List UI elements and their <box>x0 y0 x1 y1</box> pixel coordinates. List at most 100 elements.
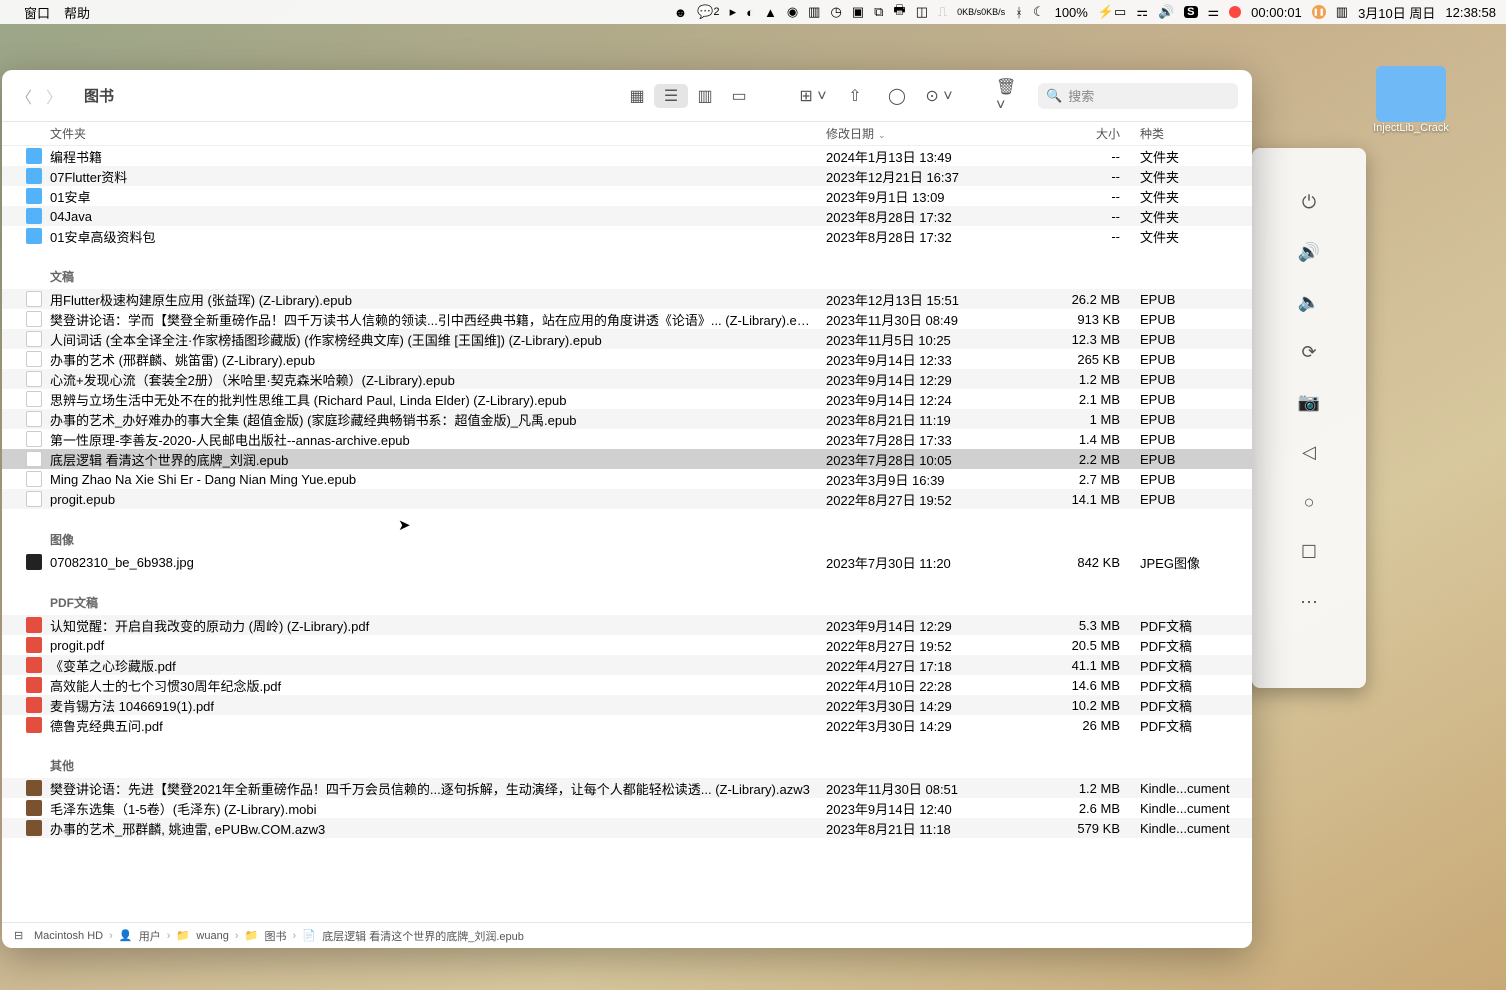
menuicon-2[interactable]: ◐ <box>746 5 754 20</box>
menuicon-11[interactable]: ▥ <box>1336 4 1348 20</box>
view-list-button[interactable]: ☰ <box>654 84 688 108</box>
file-row[interactable]: 樊登讲论语：先进【樊登2021年全新重磅作品！四千万会员信赖的...逐句拆解，生… <box>2 778 1252 798</box>
file-row[interactable]: 樊登讲论语：学而【樊登全新重磅作品！四千万读书人信赖的领读...引中西经典书籍，… <box>2 309 1252 329</box>
more-icon[interactable]: ⋯ <box>1295 588 1323 616</box>
file-row[interactable]: 德鲁克经典五问.pdf2022年3月30日 14:2926 MBPDF文稿 <box>2 715 1252 735</box>
menuicon-8[interactable]: 🖶 <box>893 1 905 23</box>
moon-icon[interactable]: ☾ <box>1033 4 1045 20</box>
path-segment[interactable]: wuang <box>196 930 228 942</box>
menuicon-5[interactable]: ◷ <box>830 4 841 20</box>
battery-icon[interactable]: ⚡▭ <box>1098 4 1126 20</box>
actions-button[interactable]: ⊙ ˅ <box>922 84 956 108</box>
wechat-icon[interactable]: 💬2 <box>697 4 719 20</box>
menuicon-10[interactable]: ⎍ <box>938 4 947 20</box>
file-name: 人间词话 (全本全译全注·作家榜插图珍藏版) (作家榜经典文库) (王国维 [王… <box>50 330 826 349</box>
back-icon[interactable]: ◁ <box>1295 438 1323 466</box>
path-segment[interactable]: 图书 <box>265 928 287 944</box>
view-gallery-button[interactable]: ▭ <box>722 84 756 108</box>
file-row[interactable]: 办事的艺术_办好难办的事大全集 (超值金版) (家庭珍藏经典畅销书系：超值金版)… <box>2 409 1252 429</box>
record-pause-icon[interactable] <box>1312 5 1326 19</box>
view-icons-button[interactable]: ▦ <box>620 84 654 108</box>
record-dot-icon[interactable] <box>1229 6 1241 18</box>
screenshot-icon[interactable]: 📷 <box>1295 388 1323 416</box>
file-row[interactable]: 第一性原理-李善友-2020-人民邮电出版社--annas-archive.ep… <box>2 429 1252 449</box>
trash-button[interactable]: 🗑 ˅ <box>996 84 1030 108</box>
menuicon-1[interactable]: ▸ <box>730 4 737 20</box>
file-row[interactable]: 01安卓2023年9月1日 13:09--文件夹 <box>2 186 1252 206</box>
file-row[interactable]: 人间词话 (全本全译全注·作家榜插图珍藏版) (作家榜经典文库) (王国维 [王… <box>2 329 1252 349</box>
file-date: 2023年7月30日 11:20 <box>826 553 1036 572</box>
network-stats: 0KB/s0KB/s <box>957 7 1005 17</box>
file-size: 14.6 MB <box>1036 678 1132 693</box>
file-row[interactable]: 高效能人士的七个习惯30周年纪念版.pdf2022年4月10日 22:2814.… <box>2 675 1252 695</box>
file-icon <box>26 780 42 796</box>
rotate-icon[interactable]: ⟳ <box>1295 338 1323 366</box>
file-icon <box>26 291 42 307</box>
menuicon-6[interactable]: ▣ <box>852 4 864 20</box>
file-name: 麦肯锡方法 10466919(1).pdf <box>50 696 826 715</box>
view-columns-button[interactable]: ▥ <box>688 84 722 108</box>
file-name: 毛泽东选集（1-5卷）(毛泽东) (Z-Library).mobi <box>50 799 826 818</box>
battery-percent[interactable]: 100% <box>1055 5 1088 20</box>
input-method-icon[interactable]: S <box>1184 6 1197 18</box>
bluetooth-icon[interactable]: ᚼ <box>1015 5 1023 20</box>
file-row[interactable]: 07082310_be_6b938.jpg2023年7月30日 11:20842… <box>2 552 1252 572</box>
file-size: 2.1 MB <box>1036 392 1132 407</box>
path-segment[interactable]: 用户 <box>139 928 161 944</box>
file-row[interactable]: 办事的艺术_邢群麟, 姚迪雷, ePUBw.COM.azw32023年8月21日… <box>2 818 1252 838</box>
file-size: 12.3 MB <box>1036 332 1132 347</box>
desktop-folder-injectlib[interactable]: InjectLib_Crack <box>1366 66 1456 134</box>
col-size[interactable]: 大小 <box>1036 125 1132 142</box>
volume-up-icon[interactable]: 🔊 <box>1295 238 1323 266</box>
file-kind: EPUB <box>1132 492 1252 507</box>
battery-bar-icon[interactable]: ▥ <box>808 4 820 20</box>
nav-forward-button[interactable]: 〉 <box>46 84 62 108</box>
file-row[interactable]: 底层逻辑 看清这个世界的底牌_刘润.epub2023年7月28日 10:052.… <box>2 449 1252 469</box>
wifi-icon[interactable]: ⚎ <box>1136 4 1148 20</box>
clock-time[interactable]: 12:38:58 <box>1445 5 1496 20</box>
nav-back-button[interactable]: 〈 <box>16 84 32 108</box>
volume-down-icon[interactable]: 🔈 <box>1295 288 1323 316</box>
file-date: 2023年9月14日 12:29 <box>826 370 1036 389</box>
file-row[interactable]: 心流+发现心流（套装全2册）（米哈里·契克森米哈赖）(Z-Library).ep… <box>2 369 1252 389</box>
menuicon-7[interactable]: ⧉ <box>874 4 883 20</box>
file-row[interactable]: 07Flutter资料2023年12月21日 16:37--文件夹 <box>2 166 1252 186</box>
home-icon[interactable]: ○ <box>1295 488 1323 516</box>
col-name[interactable]: 文件夹 <box>2 125 826 142</box>
file-size: 1.4 MB <box>1036 432 1132 447</box>
file-row[interactable]: 04Java2023年8月28日 17:32--文件夹 <box>2 206 1252 226</box>
file-row[interactable]: 办事的艺术 (邢群麟、姚笛雷) (Z-Library).epub2023年9月1… <box>2 349 1252 369</box>
power-icon[interactable]: ⏻ <box>1295 188 1323 216</box>
controlcenter-icon[interactable]: ⚌ <box>1208 4 1220 20</box>
group-by-button[interactable]: ⊞ ˅ <box>796 84 830 108</box>
file-row[interactable]: 思辨与立场生活中无处不在的批判性思维工具 (Richard Paul, Lind… <box>2 389 1252 409</box>
file-kind: EPUB <box>1132 372 1252 387</box>
menuicon-9[interactable]: ◫ <box>916 4 928 20</box>
path-segment[interactable]: Macintosh HD <box>34 930 103 942</box>
menuicon-3[interactable]: ▲ <box>764 5 777 20</box>
recents-icon[interactable]: ☐ <box>1295 538 1323 566</box>
search-field[interactable]: 🔍 搜索 <box>1038 83 1238 109</box>
path-segment[interactable]: 底层逻辑 看清这个世界的底牌_刘润.epub <box>322 928 524 944</box>
emoji-icon[interactable]: ☻ <box>674 5 688 20</box>
share-button[interactable]: ⇧ <box>838 84 872 108</box>
col-date[interactable]: 修改日期⌄ <box>826 125 1036 142</box>
file-row[interactable]: 01安卓高级资料包2023年8月28日 17:32--文件夹 <box>2 226 1252 246</box>
tags-button[interactable]: ◯ <box>880 84 914 108</box>
file-row[interactable]: 毛泽东选集（1-5卷）(毛泽东) (Z-Library).mobi2023年9月… <box>2 798 1252 818</box>
file-row[interactable]: 麦肯锡方法 10466919(1).pdf2022年3月30日 14:2910.… <box>2 695 1252 715</box>
file-row[interactable]: 认知觉醒：开启自我改变的原动力 (周岭) (Z-Library).pdf2023… <box>2 615 1252 635</box>
menu-window[interactable]: 窗口 <box>24 3 50 22</box>
file-row[interactable]: 用Flutter极速构建原生应用 (张益珲) (Z-Library).epub2… <box>2 289 1252 309</box>
file-kind: PDF文稿 <box>1132 616 1252 635</box>
file-row[interactable]: 《变革之心珍藏版.pdf2022年4月27日 17:1841.1 MBPDF文稿 <box>2 655 1252 675</box>
file-row[interactable]: progit.pdf2022年8月27日 19:5220.5 MBPDF文稿 <box>2 635 1252 655</box>
menuicon-4[interactable]: ◉ <box>787 4 798 20</box>
file-row[interactable]: progit.epub2022年8月27日 19:5214.1 MBEPUB <box>2 489 1252 509</box>
file-row[interactable]: 编程书籍2024年1月13日 13:49--文件夹 <box>2 146 1252 166</box>
file-row[interactable]: Ming Zhao Na Xie Shi Er - Dang Nian Ming… <box>2 469 1252 489</box>
volume-icon[interactable]: 🔊 <box>1158 4 1174 20</box>
col-kind[interactable]: 种类 <box>1132 125 1252 142</box>
clock-date[interactable]: 3月10日 周日 <box>1358 3 1435 22</box>
menu-help[interactable]: 帮助 <box>64 3 90 22</box>
